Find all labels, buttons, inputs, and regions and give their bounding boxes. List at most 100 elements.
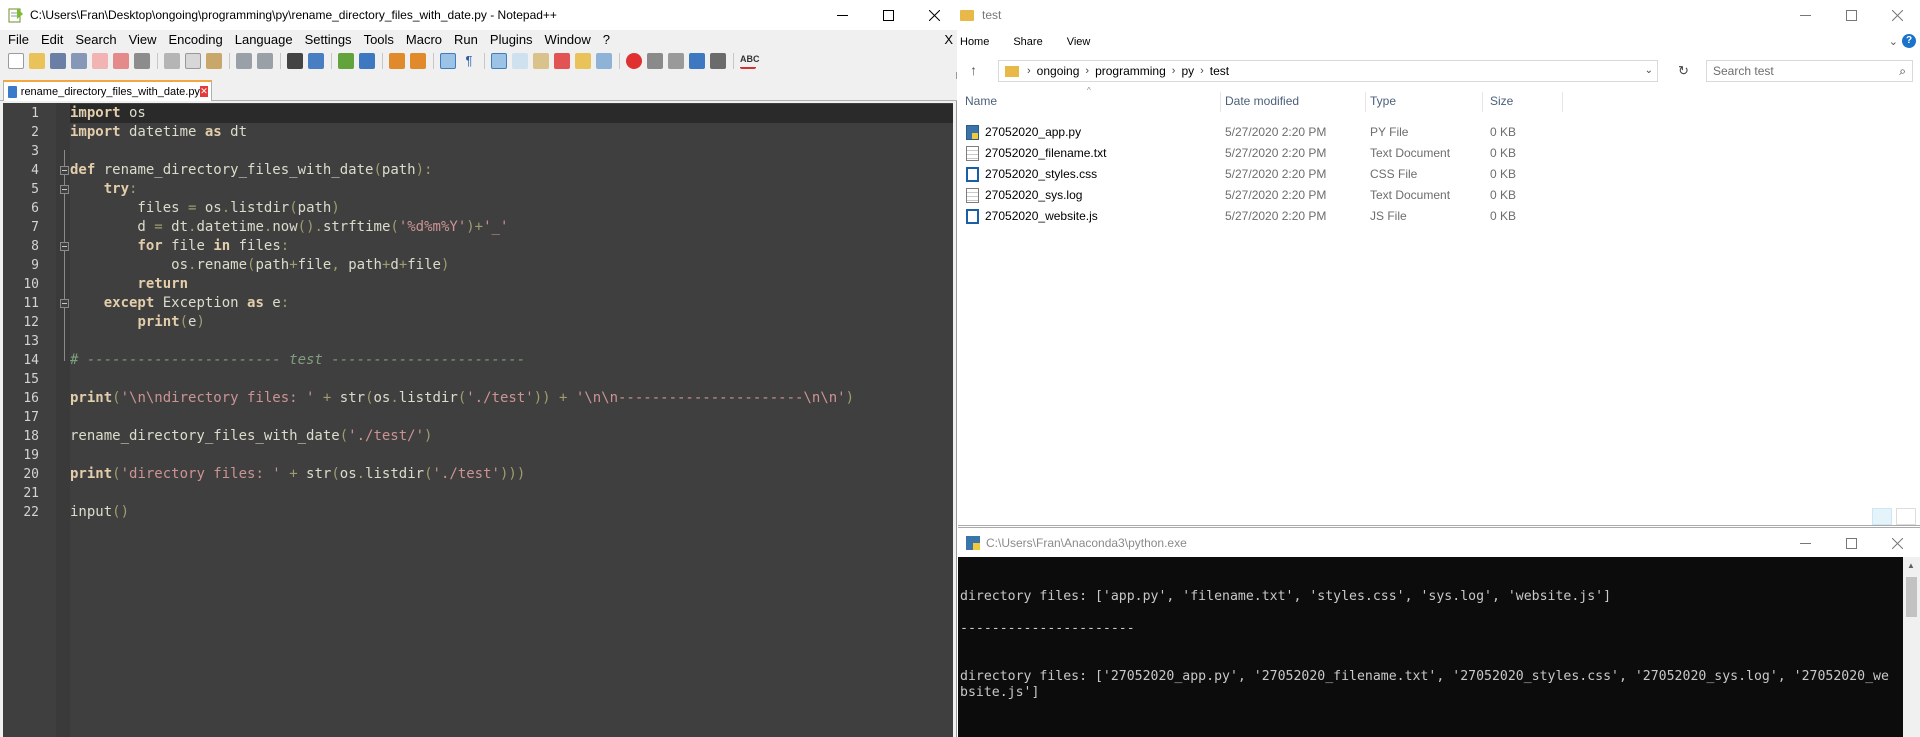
close-all-icon[interactable] [113, 53, 129, 69]
column-size[interactable]: Size [1490, 94, 1513, 108]
menu-macro[interactable]: Macro [400, 30, 448, 50]
ribbon-tab-share[interactable]: Share [1011, 36, 1056, 48]
refresh-icon[interactable]: ↻ [1678, 63, 1689, 79]
new-file-icon[interactable] [8, 53, 24, 69]
help-icon[interactable]: ? [1902, 34, 1916, 48]
expand-ribbon-icon[interactable]: ⌄ [1889, 35, 1898, 48]
ribbon-tab-view[interactable]: View [1065, 36, 1105, 48]
code-line[interactable]: 21 [3, 484, 953, 503]
menu-run[interactable]: Run [448, 30, 484, 50]
code-line[interactable]: 17 [3, 408, 953, 427]
code-line[interactable]: 10 return [3, 275, 953, 294]
word-wrap-icon[interactable] [440, 53, 456, 69]
save-icon[interactable] [50, 53, 66, 69]
replace-icon[interactable] [308, 53, 324, 69]
code-line[interactable]: 4 def rename_directory_files_with_date(pa… [3, 161, 953, 180]
show-all-chars-icon[interactable]: ¶ [461, 53, 477, 69]
fold-toggle-icon[interactable] [60, 299, 69, 308]
user-language-icon[interactable] [512, 53, 528, 69]
notepadpp-titlebar[interactable]: C:\Users\Fran\Desktop\ongoing\programmin… [0, 0, 957, 30]
menu-view[interactable]: View [123, 30, 163, 50]
tab-close-icon[interactable]: ✕ [199, 86, 208, 97]
explorer-titlebar[interactable]: test [958, 0, 1920, 30]
zoom-in-icon[interactable] [338, 53, 354, 69]
record-macro-icon[interactable] [626, 53, 642, 69]
column-divider[interactable] [1365, 92, 1366, 112]
column-date-modified[interactable]: Date modified [1225, 94, 1299, 108]
breadcrumb-test[interactable]: test [1204, 64, 1235, 78]
maximize-button[interactable] [1828, 528, 1874, 558]
file-row[interactable]: 27052020_styles.css 5/27/2020 2:20 PM CSS … [958, 164, 1920, 185]
scroll-up-icon[interactable]: ▲ [1907, 561, 1915, 570]
document-map-icon[interactable] [533, 53, 549, 69]
menu-encoding[interactable]: Encoding [163, 30, 229, 50]
stop-macro-icon[interactable] [647, 53, 663, 69]
close-document-button[interactable]: X [944, 30, 953, 50]
code-line[interactable]: 2 import datetime as dt [3, 123, 953, 142]
minimize-button[interactable] [1782, 0, 1828, 30]
code-line[interactable]: 20 print('directory files: ' + str(os.lis… [3, 465, 953, 484]
copy-icon[interactable] [185, 53, 201, 69]
function-list-icon[interactable] [554, 53, 570, 69]
code-line[interactable]: 18 rename_directory_files_with_date('./te… [3, 427, 953, 446]
code-line[interactable]: 3 [3, 142, 953, 161]
zoom-out-icon[interactable] [359, 53, 375, 69]
close-button[interactable] [1874, 0, 1920, 30]
column-type[interactable]: Type [1370, 94, 1396, 108]
code-line[interactable]: 19 [3, 446, 953, 465]
large-icons-view-icon[interactable] [1896, 508, 1916, 525]
fold-toggle-icon[interactable] [60, 242, 69, 251]
paste-icon[interactable] [206, 53, 222, 69]
run-macro-multiple-icon[interactable] [689, 53, 705, 69]
menu-edit[interactable]: Edit [35, 30, 69, 50]
code-line[interactable]: 13 [3, 332, 953, 351]
menu-window[interactable]: Window [539, 30, 597, 50]
monitoring-icon[interactable] [596, 53, 612, 69]
column-divider[interactable] [1562, 92, 1563, 112]
code-line[interactable]: 11 except Exception as e: [3, 294, 953, 313]
file-row[interactable]: 27052020_app.py 5/27/2020 2:20 PM PY File 0… [958, 122, 1920, 143]
code-line[interactable]: 12 print(e) [3, 313, 953, 332]
code-line[interactable]: 7 d = dt.datetime.now().strftime('%d%m%Y… [3, 218, 953, 237]
print-icon[interactable] [134, 53, 150, 69]
code-line[interactable]: 14 # ----------------------- test -------… [3, 351, 953, 370]
sync-horizontal-icon[interactable] [410, 53, 426, 69]
sync-vertical-icon[interactable] [389, 53, 405, 69]
menu-plugins[interactable]: Plugins [484, 30, 539, 50]
code-line[interactable]: 6 files = os.listdir(path) [3, 199, 953, 218]
close-button[interactable] [1874, 528, 1920, 558]
console-titlebar[interactable]: C:\Users\Fran\Anaconda3\python.exe [958, 527, 1920, 557]
code-line[interactable]: 5 try: [3, 180, 953, 199]
maximize-button[interactable] [865, 0, 911, 30]
folder-as-workspace-icon[interactable] [575, 53, 591, 69]
spell-check-icon[interactable]: ABC [740, 53, 760, 69]
tab-rename-directory-files[interactable]: rename_directory_files_with_date.py ✕ [3, 80, 212, 101]
file-row[interactable]: 27052020_sys.log 5/27/2020 2:20 PM Text Do… [958, 185, 1920, 206]
indent-guide-icon[interactable] [491, 53, 507, 69]
fold-toggle-icon[interactable] [60, 185, 69, 194]
save-macro-icon[interactable] [710, 53, 726, 69]
redo-icon[interactable] [257, 53, 273, 69]
menu-file[interactable]: File [2, 30, 35, 50]
menu-help[interactable]: ? [597, 30, 616, 50]
column-divider[interactable] [1482, 92, 1483, 112]
details-view-icon[interactable] [1872, 508, 1892, 525]
code-editor[interactable]: 1 import os 2 import datetime as dt 3 4 def re… [3, 103, 953, 737]
console-scrollbar[interactable]: ▲ [1903, 557, 1920, 737]
chevron-down-icon[interactable]: ⌄ [1645, 65, 1653, 76]
breadcrumb-programming[interactable]: programming [1089, 64, 1172, 78]
search-input[interactable]: Search test ⌕ [1706, 60, 1913, 82]
address-bar[interactable]: › ongoing › programming › py › test ⌄ [998, 60, 1658, 82]
minimize-button[interactable] [819, 0, 865, 30]
menu-language[interactable]: Language [229, 30, 299, 50]
scrollbar-thumb[interactable] [1906, 577, 1917, 617]
code-line[interactable]: 8 for file in files: [3, 237, 953, 256]
file-row[interactable]: 27052020_website.js 5/27/2020 2:20 PM JS F… [958, 206, 1920, 227]
play-macro-icon[interactable] [668, 53, 684, 69]
ribbon-tab-home[interactable]: Home [958, 36, 1003, 48]
close-file-icon[interactable] [92, 53, 108, 69]
minimize-button[interactable] [1782, 528, 1828, 558]
fold-toggle-icon[interactable] [60, 166, 69, 175]
code-line[interactable]: 15 [3, 370, 953, 389]
menu-search[interactable]: Search [69, 30, 122, 50]
